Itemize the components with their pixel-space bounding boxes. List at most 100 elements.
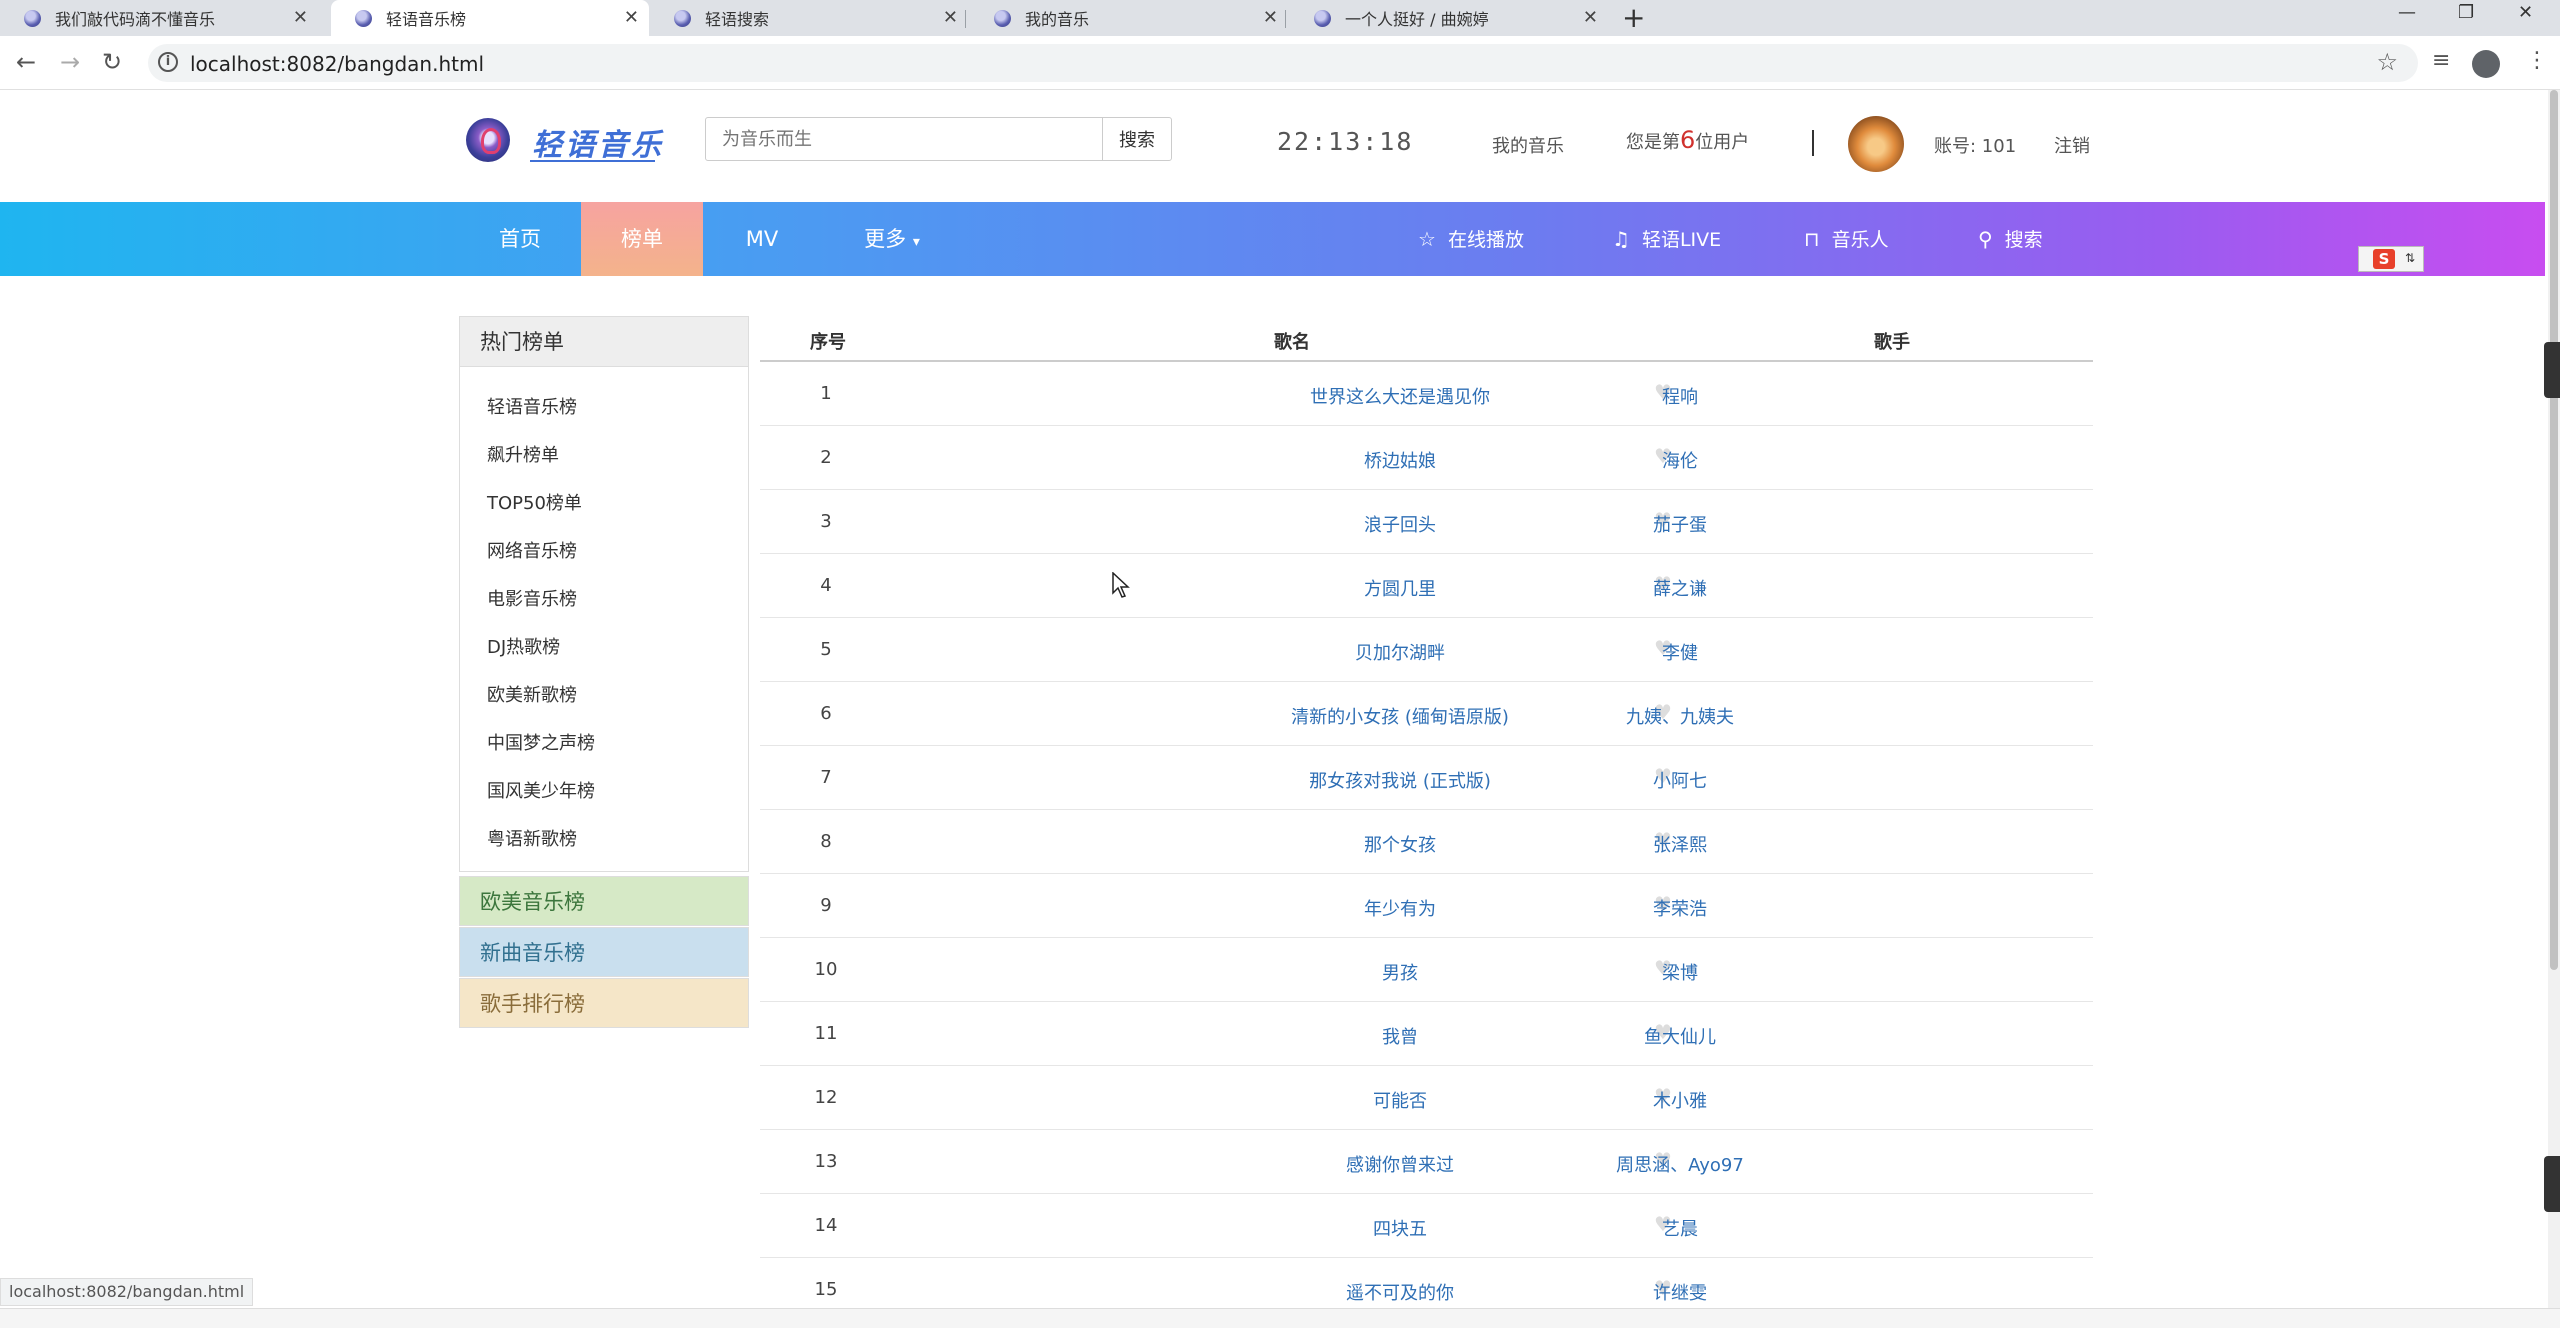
row-index: 4	[820, 575, 832, 596]
artist-link[interactable]: 木小雅	[1480, 1087, 1880, 1113]
row-index: 2	[820, 447, 832, 468]
artist-link[interactable]: 张泽熙	[1480, 831, 1880, 857]
logout-link[interactable]: 注销	[2054, 132, 2090, 158]
side-tab[interactable]	[2544, 1156, 2560, 1212]
search-input[interactable]	[705, 117, 1103, 161]
avatar[interactable]	[1848, 116, 1904, 172]
row-index: 11	[814, 1023, 838, 1044]
tab-title: 轻语音乐榜	[386, 10, 467, 29]
status-url: localhost:8082/bangdan.html	[0, 1278, 254, 1306]
address-bar-row: ← → ↻ i localhost:8082/bangdan.html ☆ ≡ …	[0, 36, 2560, 90]
ime-dropdown-icon[interactable]: ⇅	[2405, 251, 2415, 265]
sidebar-chart-link[interactable]: 国风美少年榜	[487, 777, 595, 803]
table-row: 9 年少有为 ♥	[760, 874, 2093, 938]
artist-link[interactable]: 周思涵、Ayo97	[1480, 1151, 1880, 1177]
artist-link[interactable]: 梁博	[1480, 959, 1880, 985]
restore-icon[interactable]: ❐	[2458, 2, 2474, 23]
site-logo-text[interactable]: 轻语音乐	[532, 120, 664, 164]
nav-home[interactable]: 首页	[460, 202, 580, 276]
row-index: 8	[820, 831, 832, 852]
extra-chart-panel[interactable]: 歌手排行榜	[459, 978, 749, 1028]
nav-online-play[interactable]: ☆ 在线播放	[1418, 202, 1524, 276]
minimize-icon[interactable]: —	[2398, 2, 2416, 23]
scrollbar-thumb[interactable]	[2550, 90, 2558, 970]
row-index: 5	[820, 639, 832, 660]
artist-link[interactable]: 鱼大仙儿	[1480, 1023, 1880, 1049]
nav-more-label: 更多	[864, 227, 907, 251]
nav-search[interactable]: ⚲ 搜索	[1978, 202, 2043, 276]
tab-favicon-icon	[994, 9, 1011, 27]
row-index: 12	[814, 1087, 838, 1108]
menu-dots-icon[interactable]: ⋮	[2526, 48, 2548, 73]
browser-tab[interactable]: 一个人挺好 / 曲婉婷 ✕	[1290, 0, 1608, 36]
browser-tab[interactable]: 我们敲代码滴不懂音乐 ✕	[0, 0, 318, 36]
extra-chart-panel[interactable]: 新曲音乐榜	[459, 927, 749, 977]
tab-close-icon[interactable]: ✕	[1263, 8, 1278, 28]
table-row: 3 浪子回头 ♥	[760, 490, 2093, 554]
close-window-icon[interactable]: ✕	[2518, 2, 2533, 23]
artist-link[interactable]: 艺晨	[1480, 1215, 1880, 1241]
new-tab-button[interactable]: +	[1622, 2, 1645, 34]
tab-close-icon[interactable]: ✕	[293, 8, 308, 28]
account-icon[interactable]	[2472, 50, 2500, 78]
media-queue-icon[interactable]: ≡	[2432, 48, 2450, 73]
sidebar-chart-link[interactable]: 飙升榜单	[487, 441, 559, 467]
sidebar-chart-link[interactable]: DJ热歌榜	[487, 633, 560, 659]
artist-link[interactable]: 小阿七	[1480, 767, 1880, 793]
tab-close-icon[interactable]: ✕	[624, 8, 639, 28]
tab-title: 我们敲代码滴不懂音乐	[55, 10, 216, 29]
tab-title: 轻语搜索	[705, 10, 770, 29]
browser-tab[interactable]: 我的音乐 ✕	[970, 0, 1288, 36]
browser-tab[interactable]: 轻语搜索 ✕	[650, 0, 968, 36]
forward-icon[interactable]: →	[60, 48, 80, 76]
sidebar-chart-link[interactable]: 轻语音乐榜	[487, 393, 577, 419]
artist-link[interactable]: 海伦	[1480, 447, 1880, 473]
artist-link[interactable]: 茄子蛋	[1480, 511, 1880, 537]
sidebar-chart-link[interactable]: 欧美新歌榜	[487, 681, 577, 707]
logo-icon[interactable]	[466, 118, 510, 162]
nav-charts[interactable]: 榜单	[581, 202, 703, 276]
artist-link[interactable]: 李健	[1480, 639, 1880, 665]
ime-widget[interactable]: S ⇅	[2358, 246, 2424, 272]
nav-mv[interactable]: MV	[704, 202, 820, 276]
mouse-cursor-icon	[1112, 572, 1130, 598]
extra-chart-panel[interactable]: 欧美音乐榜	[459, 876, 749, 926]
artist-link[interactable]: 薛之谦	[1480, 575, 1880, 601]
nav-more[interactable]: 更多 ▾	[832, 202, 952, 276]
reload-icon[interactable]: ↻	[102, 48, 122, 76]
tab-close-icon[interactable]: ✕	[943, 8, 958, 28]
artist-link[interactable]: 李荣浩	[1480, 895, 1880, 921]
table-row: 6 清新的小女孩 (缅甸语原版) ♥	[760, 682, 2093, 746]
music-note-icon: ♫	[1612, 227, 1630, 251]
clock: 22:13:18	[1277, 127, 1414, 156]
sidebar-chart-link[interactable]: 粤语新歌榜	[487, 825, 577, 851]
back-icon[interactable]: ←	[16, 48, 36, 76]
side-tab[interactable]	[2544, 342, 2560, 398]
table-row: 1 世界这么大还是遇见你 ♥	[760, 362, 2093, 426]
row-index: 6	[820, 703, 832, 724]
artist-link[interactable]: 许继雯	[1480, 1279, 1880, 1305]
main-nav: 首页 榜单 MV 更多 ▾ ☆ 在线播放 ♫ 轻语LIVE ⊓ 音乐人 ⚲ 搜索	[0, 202, 2545, 276]
sidebar-chart-link[interactable]: 网络音乐榜	[487, 537, 577, 563]
header-artist: 歌手	[1874, 332, 1910, 353]
row-index: 9	[820, 895, 832, 916]
nav-musician[interactable]: ⊓ 音乐人	[1804, 202, 1889, 276]
user-count-number: 6	[1680, 126, 1696, 154]
sidebar-chart-link[interactable]: TOP50榜单	[487, 489, 582, 515]
bookmark-star-icon[interactable]: ☆	[2376, 48, 2398, 76]
tab-favicon-icon	[674, 9, 691, 27]
tab-favicon-icon	[355, 9, 372, 27]
sidebar-chart-link[interactable]: 电影音乐榜	[487, 585, 577, 611]
url-field[interactable]: i localhost:8082/bangdan.html ☆	[148, 44, 2418, 82]
table-row: 11 我曾 ♥	[760, 1002, 2093, 1066]
info-icon[interactable]: i	[158, 52, 178, 72]
tab-title: 我的音乐	[1025, 10, 1090, 29]
artist-link[interactable]: 九姨、九姨夫	[1480, 703, 1880, 729]
artist-link[interactable]: 程响	[1480, 383, 1880, 409]
tab-close-icon[interactable]: ✕	[1583, 8, 1598, 28]
sidebar-chart-link[interactable]: 中国梦之声榜	[487, 729, 595, 755]
search-button[interactable]: 搜索	[1102, 117, 1172, 161]
nav-live[interactable]: ♫ 轻语LIVE	[1612, 202, 1721, 276]
my-music-link[interactable]: 我的音乐	[1492, 132, 1564, 158]
browser-tab[interactable]: 轻语音乐榜 ✕	[331, 0, 649, 36]
